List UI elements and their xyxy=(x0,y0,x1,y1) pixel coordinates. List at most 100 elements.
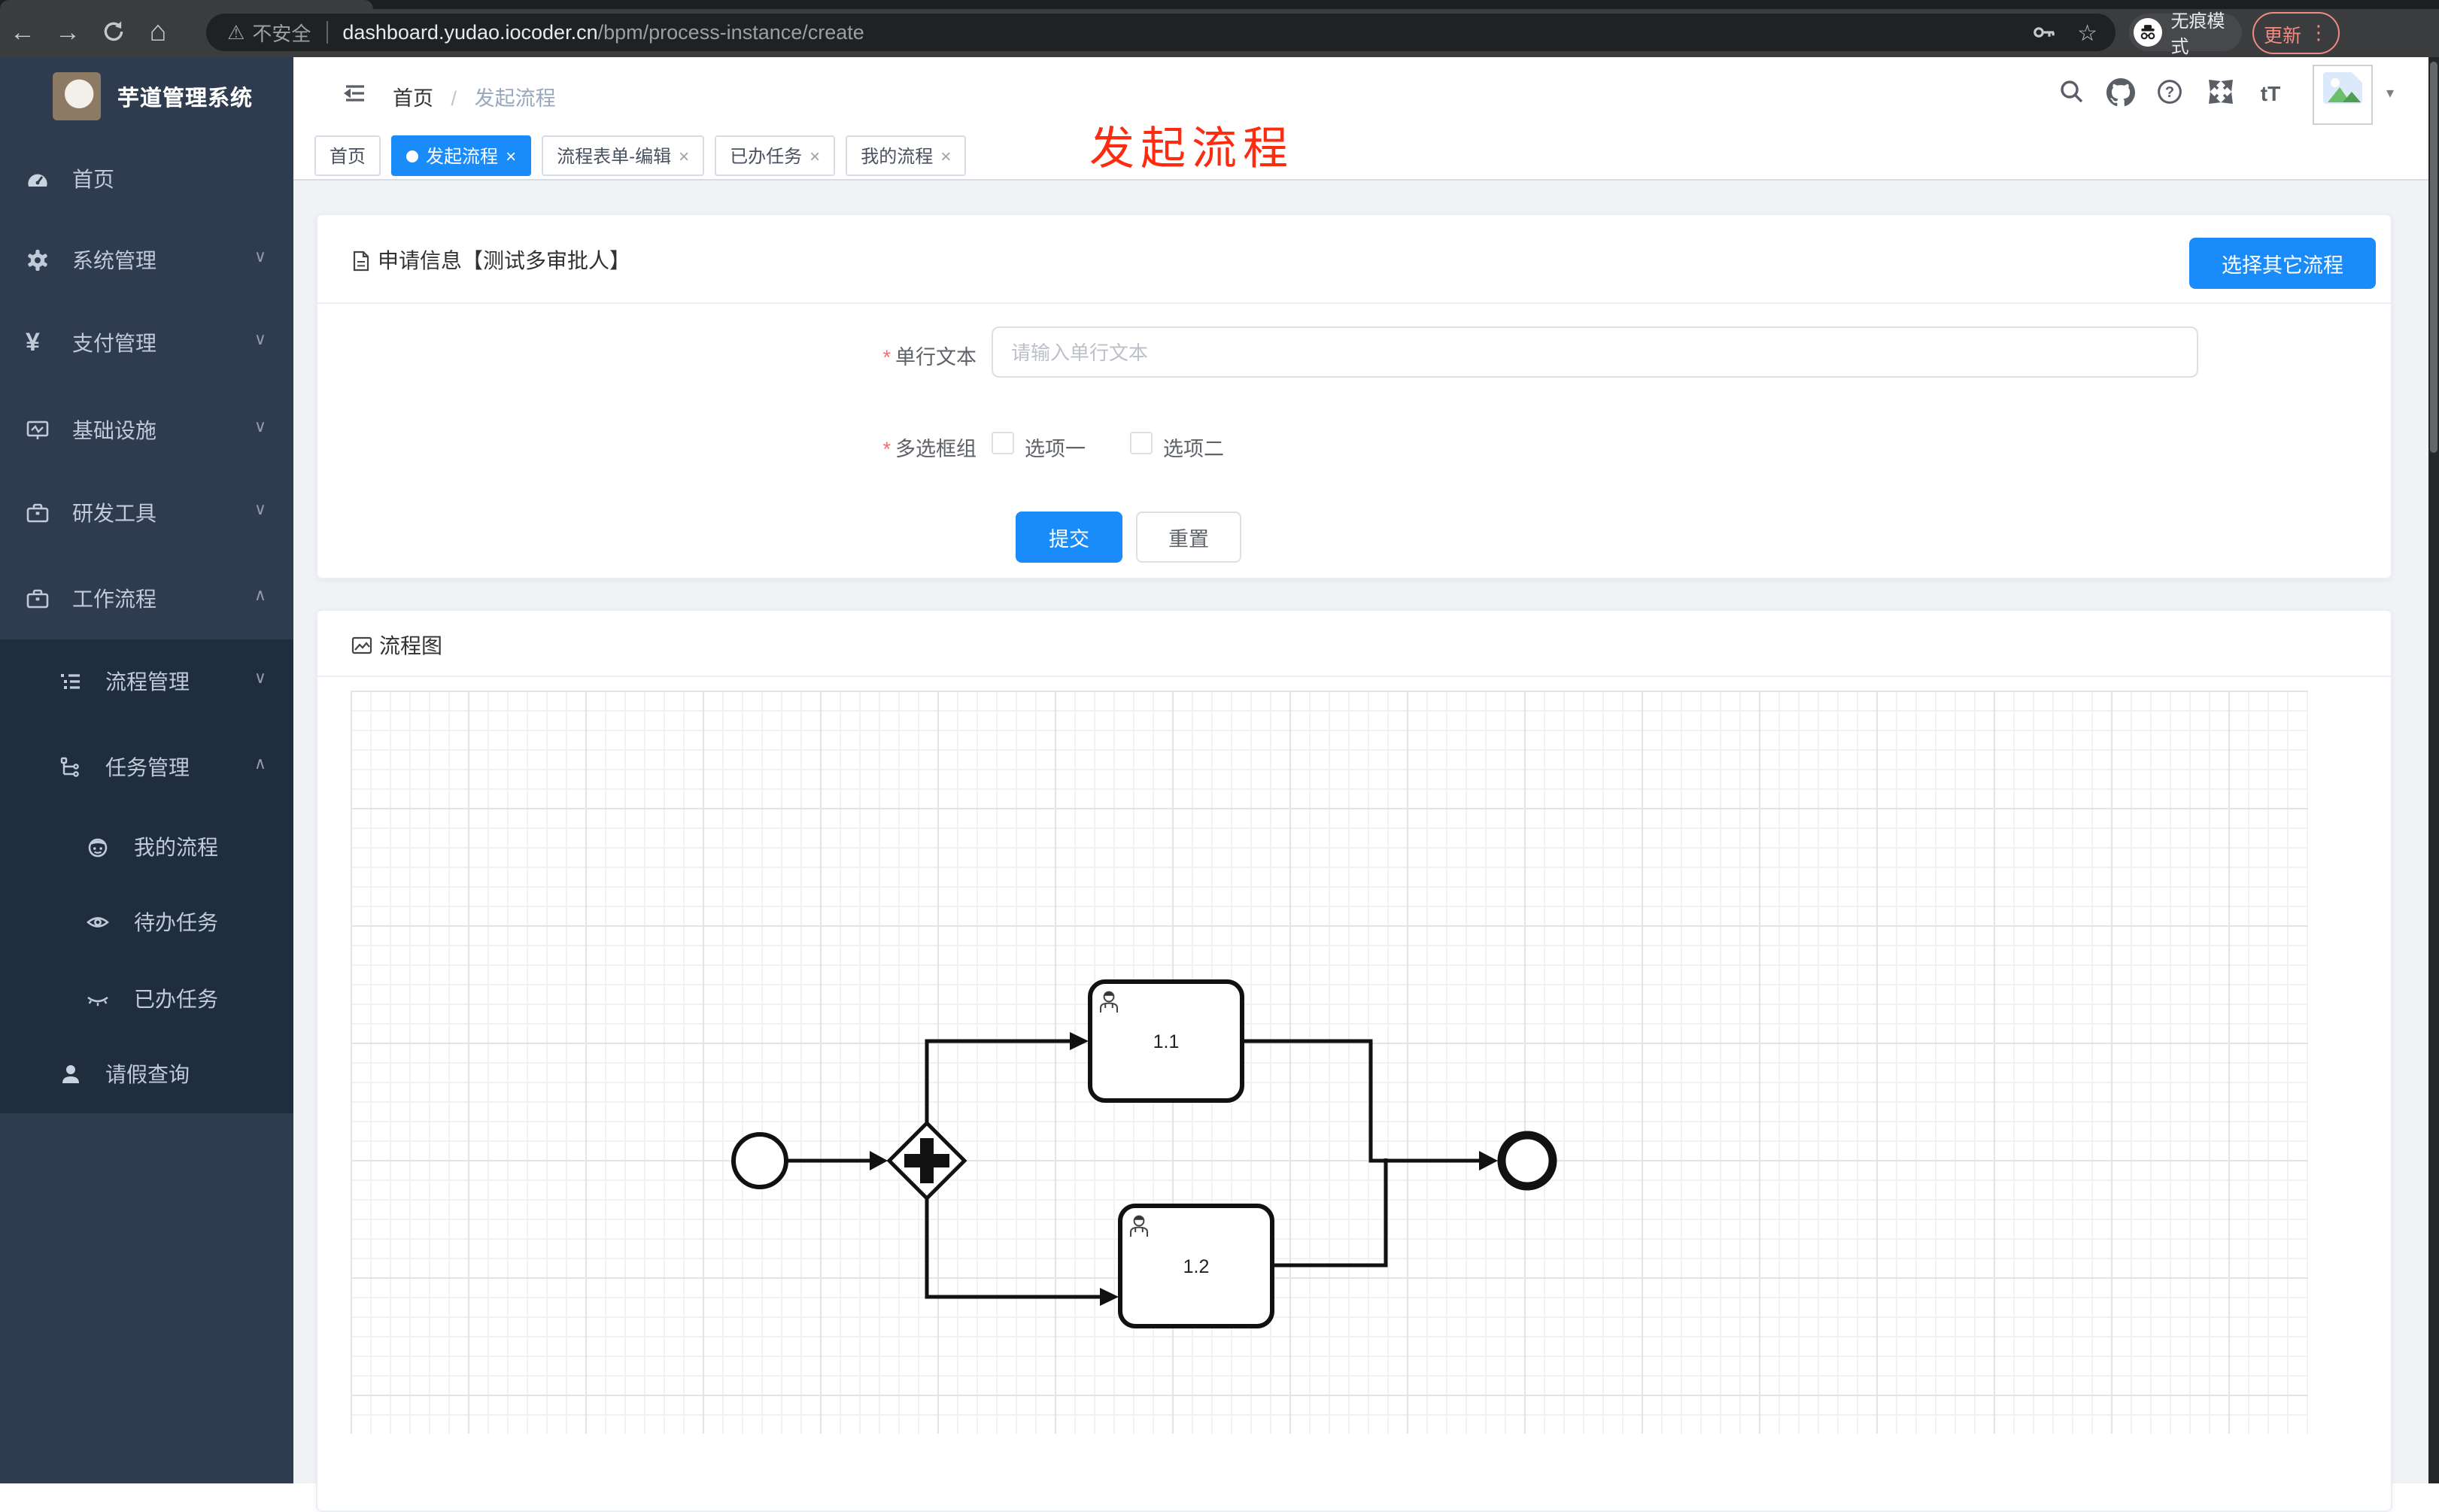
tab-done-tasks[interactable]: 已办任务 × xyxy=(715,135,836,176)
password-key-icon[interactable] xyxy=(2030,20,2056,45)
broken-image-icon xyxy=(2323,72,2362,104)
update-label[interactable]: 更新 xyxy=(2264,19,2301,47)
user-task-1-2[interactable]: 1.2 xyxy=(1118,1204,1274,1328)
tab-process-form-edit[interactable]: 流程表单-编辑 × xyxy=(542,135,705,176)
sidebar-item-payment[interactable]: ¥ 支付管理 ∨ xyxy=(0,313,293,373)
sidebar-item-my-process[interactable]: 我的流程 xyxy=(0,817,293,877)
application-info-card: 申请信息【测试多审批人】 选择其它流程 *单行文本 *多选框组 选项一 选项二 … xyxy=(316,214,2392,579)
back-icon[interactable]: ← xyxy=(0,11,45,56)
breadcrumb-separator: / xyxy=(451,87,457,110)
sidebar-item-devtools[interactable]: 研发工具 ∨ xyxy=(0,483,293,543)
single-line-text-input[interactable] xyxy=(992,326,2198,378)
sidebar-item-todo-tasks[interactable]: 待办任务 xyxy=(0,892,293,952)
reload-icon[interactable] xyxy=(90,8,135,58)
sidebar-item-process-management[interactable]: 流程管理 ∨ xyxy=(0,651,293,712)
browser-window: ← → ⌂ ⚠ 不安全 dashboard.yudao.iocoder.cn /… xyxy=(0,0,2439,1512)
user-task-1-1[interactable]: 1.1 xyxy=(1088,979,1244,1103)
field-label-single-line: * 单行文本 xyxy=(882,346,977,369)
bpmn-canvas[interactable]: 1.1 1.2 xyxy=(351,691,2308,1434)
dashboard-icon xyxy=(26,167,50,191)
url-path[interactable]: /bpm/process-instance/create xyxy=(598,21,864,44)
task-label: 1.1 xyxy=(1153,1031,1180,1052)
bookmark-star-icon[interactable]: ☆ xyxy=(2077,19,2097,46)
card-header: 流程图 xyxy=(317,611,2391,677)
checkbox-option2[interactable] xyxy=(1130,432,1153,454)
monitor-icon xyxy=(26,418,50,442)
sidebar-item-task-management[interactable]: 任务管理 ∧ xyxy=(0,737,293,797)
github-icon[interactable] xyxy=(2105,78,2135,108)
choose-other-process-button[interactable]: 选择其它流程 xyxy=(2189,238,2376,289)
checkbox-option1-label[interactable]: 选项一 xyxy=(1025,432,1086,462)
sidebar-item-label: 流程管理 xyxy=(105,669,190,694)
tab-create-process[interactable]: 发起流程 × xyxy=(391,135,532,176)
close-icon[interactable]: × xyxy=(679,145,689,166)
submit-button[interactable]: 提交 xyxy=(1016,512,1122,563)
card-title-row: 流程图 xyxy=(351,630,442,660)
sidebar-item-workflow[interactable]: 工作流程 ∧ xyxy=(0,569,293,629)
checkbox-option1[interactable] xyxy=(992,432,1014,454)
browser-toolbar: ← → ⌂ ⚠ 不安全 dashboard.yudao.iocoder.cn /… xyxy=(0,9,2439,57)
app-logo-row[interactable]: 芋道管理系统 xyxy=(0,69,293,123)
tab-label: 已办任务 xyxy=(730,146,803,167)
sidebar-item-label: 任务管理 xyxy=(105,755,190,779)
sidebar-item-leave-query[interactable]: 请假查询 xyxy=(0,1044,293,1104)
main-area: 首页 / 发起流程 ? tT ▾ 发起流程 首页 发起流程 × 流程表单-编辑 … xyxy=(293,57,2428,1512)
sidebar-item-label: 工作流程 xyxy=(72,587,156,611)
svg-text:?: ? xyxy=(2165,84,2174,101)
fold-sidebar-icon[interactable] xyxy=(340,80,367,107)
eye-closed-icon xyxy=(86,987,110,1011)
sidebar-item-system[interactable]: 系统管理 ∨ xyxy=(0,230,293,290)
tab-my-process[interactable]: 我的流程 × xyxy=(846,135,967,176)
close-icon[interactable]: × xyxy=(940,145,951,166)
avatar-caret-icon[interactable]: ▾ xyxy=(2386,86,2394,102)
scrollbar[interactable] xyxy=(2428,57,2439,1483)
url-divider xyxy=(326,21,328,44)
fullscreen-icon[interactable] xyxy=(2206,78,2236,108)
diagram-card-title: 流程图 xyxy=(379,633,442,657)
checkbox-option2-label[interactable]: 选项二 xyxy=(1163,432,1224,462)
tab-home[interactable]: 首页 xyxy=(314,135,381,176)
search-icon[interactable] xyxy=(2057,78,2087,108)
tab-label: 我的流程 xyxy=(861,146,934,167)
toolbox-icon xyxy=(26,587,50,611)
breadcrumb-current: 发起流程 xyxy=(474,87,556,110)
security-label[interactable]: 不安全 xyxy=(252,18,311,47)
parallel-gateway[interactable] xyxy=(886,1120,967,1201)
sidebar-item-home[interactable]: 首页 xyxy=(0,149,293,209)
sidebar-item-infrastructure[interactable]: 基础设施 ∨ xyxy=(0,400,293,460)
tab-label: 流程表单-编辑 xyxy=(557,146,672,167)
avatar[interactable] xyxy=(2313,65,2373,125)
close-icon[interactable]: × xyxy=(506,145,516,166)
reset-button[interactable]: 重置 xyxy=(1136,512,1241,563)
help-icon[interactable]: ? xyxy=(2155,78,2185,108)
chevron-up-icon: ∧ xyxy=(254,587,266,605)
yen-icon: ¥ xyxy=(26,328,40,357)
sidebar-item-label: 首页 xyxy=(72,167,114,191)
tab-label: 首页 xyxy=(330,146,366,167)
eye-icon xyxy=(86,910,110,934)
forward-icon[interactable]: → xyxy=(45,11,90,56)
breadcrumb-home[interactable]: 首页 xyxy=(393,87,433,110)
tree-icon xyxy=(59,755,83,779)
chevron-down-icon: ∨ xyxy=(254,501,266,519)
close-icon[interactable]: × xyxy=(809,145,820,166)
sidebar-item-done-tasks[interactable]: 已办任务 xyxy=(0,969,293,1029)
scrollbar-thumb[interactable] xyxy=(2430,62,2437,453)
chrome-update-button[interactable]: 更新 ⋮ xyxy=(2252,12,2340,54)
sidebar-item-label: 已办任务 xyxy=(134,987,218,1011)
required-mark: * xyxy=(882,346,891,369)
list-icon xyxy=(59,669,83,694)
home-icon[interactable]: ⌂ xyxy=(135,11,181,56)
browser-active-tab[interactable] xyxy=(0,0,373,9)
font-size-icon[interactable]: tT xyxy=(2255,78,2286,108)
card-title-row: 申请信息【测试多审批人】 xyxy=(351,245,630,275)
user-icon xyxy=(59,1062,83,1086)
end-event[interactable] xyxy=(1497,1131,1557,1191)
start-event[interactable] xyxy=(731,1132,788,1189)
form-card-title: 申请信息【测试多审批人】 xyxy=(378,248,630,272)
url-bar[interactable]: ⚠ 不安全 dashboard.yudao.iocoder.cn /bpm/pr… xyxy=(206,14,2116,51)
url-host[interactable]: dashboard.yudao.iocoder.cn xyxy=(342,21,597,44)
process-diagram-card: 流程图 1.1 1.2 xyxy=(316,609,2392,1512)
chevron-up-icon: ∧ xyxy=(254,755,266,773)
kebab-menu-icon[interactable]: ⋮ xyxy=(2309,21,2328,45)
